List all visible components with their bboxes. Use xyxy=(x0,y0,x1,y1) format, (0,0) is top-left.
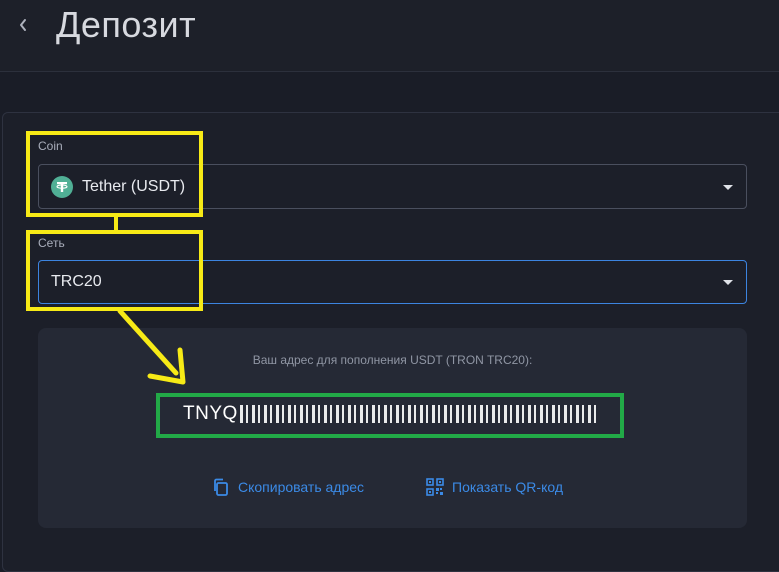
arrow-shaft xyxy=(117,308,179,376)
annotation-arrows xyxy=(114,217,186,385)
